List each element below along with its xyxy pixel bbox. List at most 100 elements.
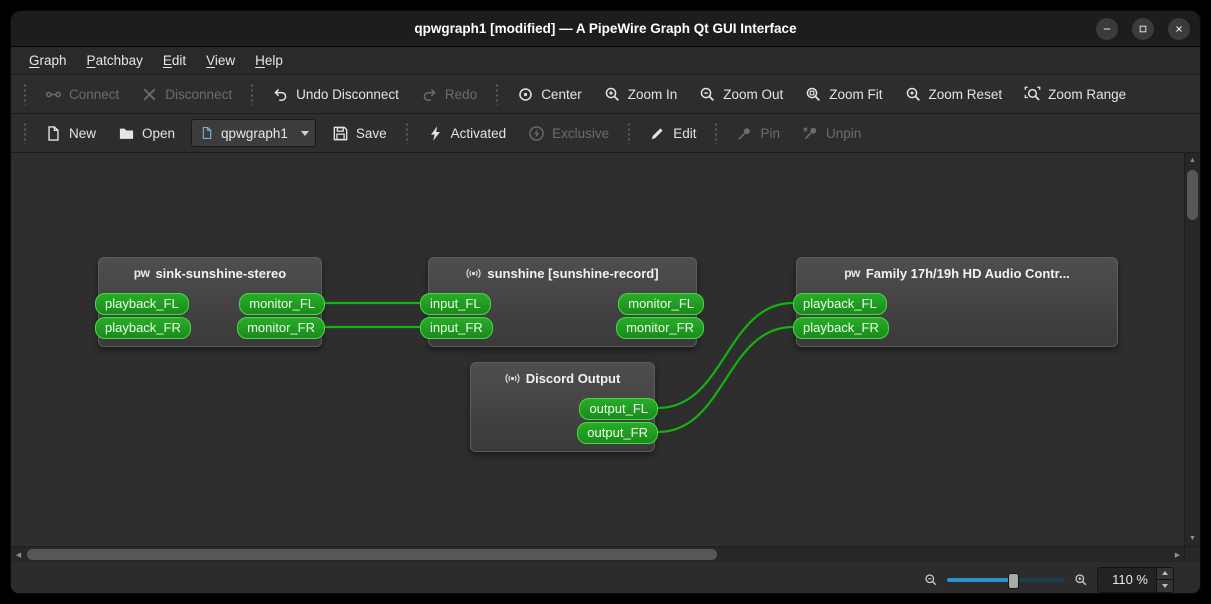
menu-view[interactable]: View <box>196 47 245 74</box>
menu-graph-label: Graph <box>29 53 67 68</box>
zoom-out-mini-icon[interactable] <box>924 573 938 587</box>
toolbar-grip[interactable] <box>22 122 28 144</box>
toolbar-grip[interactable] <box>713 122 720 144</box>
zoom-value[interactable]: 110 % <box>1098 568 1156 592</box>
menu-patchbay-label: Patchbay <box>86 53 143 68</box>
disconnect-button[interactable]: Disconnect <box>131 79 242 109</box>
close-icon <box>1174 24 1184 34</box>
menu-help-label: Help <box>255 53 283 68</box>
node-header: pw Family 17h/19h HD Audio Contr... <box>797 258 1117 286</box>
activated-toggle[interactable]: Activated <box>417 118 517 148</box>
toolbar-grip[interactable] <box>626 122 633 144</box>
pin-button[interactable]: Pin <box>726 118 790 148</box>
patchbay-profile-value: qpwgraph1 <box>221 125 288 141</box>
app-window: qpwgraph1 [modified] — A PipeWire Graph … <box>11 11 1200 593</box>
zoom-range-button[interactable]: Zoom Range <box>1014 79 1136 109</box>
close-button[interactable] <box>1168 17 1190 40</box>
unpin-icon <box>802 125 819 142</box>
graph-toolbar: Connect Disconnect Undo Disconnect Redo … <box>11 75 1200 114</box>
zoom-fit-button[interactable]: Zoom Fit <box>795 79 892 109</box>
minimize-icon <box>1102 24 1112 34</box>
port-sink-monitor-fr[interactable]: monitor_FR <box>237 317 325 339</box>
down-arrow-icon <box>1162 583 1168 588</box>
toolbar-grip[interactable] <box>494 83 501 105</box>
scroll-up-arrow[interactable]: ▲ <box>1185 153 1200 168</box>
zoom-spin-up[interactable] <box>1157 567 1173 579</box>
zoom-slider-fill <box>947 577 1012 582</box>
statusbar: 110 % <box>11 561 1200 593</box>
vertical-scroll-thumb[interactable] <box>1187 170 1198 220</box>
save-button[interactable]: Save <box>322 118 397 148</box>
horizontal-scroll-thumb[interactable] <box>27 549 717 560</box>
port-sunshine-input-fr[interactable]: input_FR <box>420 317 493 339</box>
new-button[interactable]: New <box>35 118 106 148</box>
port-family-playback-fr[interactable]: playback_FR <box>793 317 889 339</box>
zoom-fit-icon <box>805 86 822 103</box>
exclusive-toggle[interactable]: Exclusive <box>518 118 619 148</box>
menu-edit-label: Edit <box>162 53 187 68</box>
node-title-label: sink-sunshine-stereo <box>155 265 287 281</box>
menu-edit[interactable]: Edit <box>153 47 196 74</box>
zoom-spinbox[interactable]: 110 % <box>1097 566 1174 593</box>
scroll-right-arrow[interactable]: ▶ <box>1170 547 1185 562</box>
node-header: pw sink-sunshine-stereo <box>99 258 321 286</box>
scroll-down-arrow[interactable]: ▼ <box>1185 531 1200 546</box>
zoom-in-icon <box>604 86 621 103</box>
node-header: Discord Output <box>471 363 654 391</box>
zoom-reset-button[interactable]: Zoom Reset <box>895 79 1013 109</box>
zoom-out-button[interactable]: Zoom Out <box>689 79 793 109</box>
port-sunshine-monitor-fl[interactable]: monitor_FL <box>618 293 704 315</box>
center-icon <box>517 86 534 103</box>
redo-button[interactable]: Redo <box>411 79 487 109</box>
toolbar-grip[interactable] <box>403 122 410 144</box>
redo-icon <box>421 86 438 103</box>
toolbar-grip[interactable] <box>22 83 28 105</box>
port-discord-output-fr[interactable]: output_FR <box>577 422 658 444</box>
pencil-icon <box>649 125 666 142</box>
horizontal-scrollbar[interactable]: ◀ ▶ <box>11 546 1185 562</box>
center-button[interactable]: Center <box>507 79 592 109</box>
menu-help[interactable]: Help <box>245 47 293 74</box>
menu-patchbay[interactable]: Patchbay <box>77 47 153 74</box>
scroll-left-arrow[interactable]: ◀ <box>11 547 26 562</box>
minimize-button[interactable] <box>1096 17 1118 40</box>
zoom-out-icon <box>699 86 716 103</box>
undo-disconnect-button[interactable]: Undo Disconnect <box>262 79 409 109</box>
vertical-scrollbar[interactable]: ▲ ▼ <box>1184 153 1200 546</box>
menu-graph[interactable]: Graph <box>19 47 77 74</box>
port-sink-playback-fl[interactable]: playback_FL <box>95 293 189 315</box>
canvas-area: pw sink-sunshine-stereo sunshine [sunshi… <box>11 153 1200 562</box>
graph-canvas[interactable]: pw sink-sunshine-stereo sunshine [sunshi… <box>11 153 1185 546</box>
zoom-in-mini-icon[interactable] <box>1074 573 1088 587</box>
zoom-in-button[interactable]: Zoom In <box>594 79 688 109</box>
toolbar-grip[interactable] <box>249 83 256 105</box>
unpin-button[interactable]: Unpin <box>792 118 871 148</box>
zoom-slider[interactable] <box>947 572 1065 589</box>
port-sunshine-monitor-fr[interactable]: monitor_FR <box>616 317 704 339</box>
maximize-button[interactable] <box>1132 17 1154 40</box>
titlebar[interactable]: qpwgraph1 [modified] — A PipeWire Graph … <box>11 11 1200 47</box>
port-sink-playback-fr[interactable]: playback_FR <box>95 317 191 339</box>
port-discord-output-fl[interactable]: output_FL <box>579 398 658 420</box>
up-arrow-icon <box>1162 571 1168 576</box>
window-title: qpwgraph1 [modified] — A PipeWire Graph … <box>414 21 797 36</box>
zoom-slider-track[interactable] <box>947 577 1065 582</box>
port-sink-monitor-fl[interactable]: monitor_FL <box>239 293 325 315</box>
port-family-playback-fl[interactable]: playback_FL <box>793 293 887 315</box>
disconnect-icon <box>141 86 158 103</box>
zoom-range-icon <box>1024 86 1041 103</box>
audio-app-icon <box>466 266 481 281</box>
patchbay-profile-combobox[interactable]: qpwgraph1 <box>191 119 316 147</box>
zoom-spin-buttons <box>1156 567 1173 592</box>
connect-icon <box>45 86 62 103</box>
port-sunshine-input-fl[interactable]: input_FL <box>420 293 491 315</box>
connect-button[interactable]: Connect <box>35 79 129 109</box>
open-button[interactable]: Open <box>108 118 185 148</box>
edit-button[interactable]: Edit <box>639 118 706 148</box>
undo-icon <box>272 86 289 103</box>
new-file-icon <box>45 125 62 142</box>
node-title-label: sunshine [sunshine-record] <box>487 265 659 281</box>
pin-icon <box>736 125 753 142</box>
zoom-spin-down[interactable] <box>1157 579 1173 592</box>
zoom-slider-handle[interactable] <box>1008 572 1020 589</box>
